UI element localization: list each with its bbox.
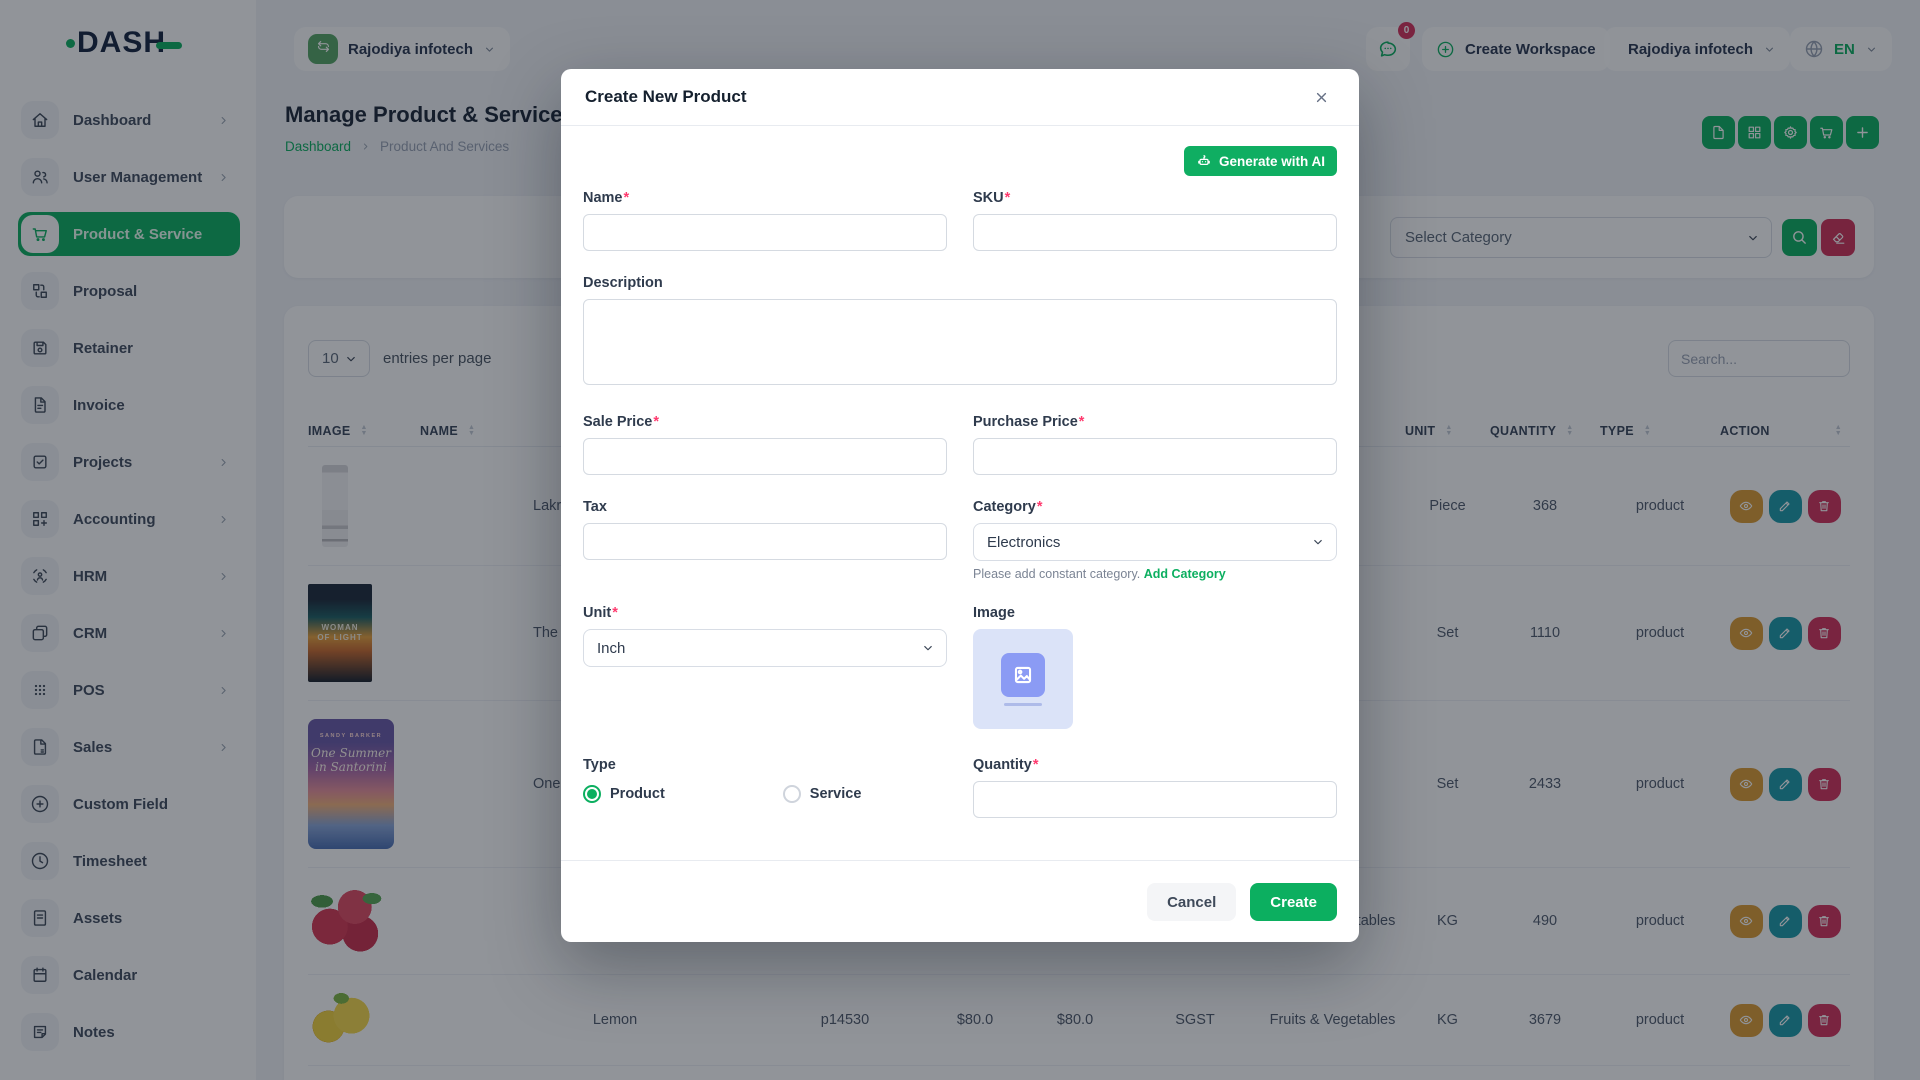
name-field[interactable] (583, 214, 947, 251)
sku-field[interactable] (973, 214, 1337, 251)
chevron-down-icon (1311, 535, 1325, 549)
robot-icon (1196, 153, 1212, 169)
modal-body: Generate with AI Name* SKU* Description (561, 126, 1359, 818)
tax-label: Tax (583, 499, 947, 515)
radio-icon (583, 785, 601, 803)
category-value: Electronics (987, 534, 1060, 551)
sku-label: SKU* (973, 190, 1337, 206)
sale-price-field[interactable] (583, 438, 947, 475)
modal-title: Create New Product (585, 87, 747, 107)
unit-label: Unit* (583, 605, 947, 621)
close-button[interactable] (1307, 83, 1335, 111)
category-helper: Please add constant category. Add Catego… (973, 567, 1337, 581)
radio-icon (783, 785, 801, 803)
type-radio-service[interactable]: Service (783, 785, 862, 803)
purchase-price-field[interactable] (973, 438, 1337, 475)
quantity-label: Quantity* (973, 757, 1337, 773)
name-label: Name* (583, 190, 947, 206)
quantity-field[interactable] (973, 781, 1337, 818)
unit-select[interactable]: Inch (583, 629, 947, 667)
close-icon (1313, 89, 1330, 106)
generate-with-ai-button[interactable]: Generate with AI (1184, 146, 1337, 176)
image-label: Image (973, 605, 1337, 621)
type-label: Type (583, 757, 947, 773)
create-product-modal: Create New Product Generate with AI Name… (561, 69, 1359, 942)
modal-header: Create New Product (561, 69, 1359, 126)
image-icon (1010, 662, 1036, 688)
chevron-down-icon (921, 641, 935, 655)
description-label: Description (583, 275, 1337, 291)
type-radio-product[interactable]: Product (583, 785, 665, 803)
description-field[interactable] (583, 299, 1337, 385)
upload-caption-placeholder (1004, 703, 1042, 706)
modal-footer: Cancel Create (561, 860, 1359, 942)
image-upload-icon (1001, 653, 1045, 697)
generate-with-ai-label: Generate with AI (1219, 154, 1325, 169)
cancel-button[interactable]: Cancel (1147, 883, 1236, 921)
sale-price-label: Sale Price* (583, 414, 947, 430)
category-label: Category* (973, 499, 1337, 515)
create-button[interactable]: Create (1250, 883, 1337, 921)
purchase-price-label: Purchase Price* (973, 414, 1337, 430)
image-upload-box[interactable] (973, 629, 1073, 729)
app-root: DASH DashboardUser ManagementProduct & S… (0, 0, 1920, 1080)
unit-value: Inch (597, 640, 625, 657)
tax-field[interactable] (583, 523, 947, 560)
category-select[interactable]: Electronics (973, 523, 1337, 561)
add-category-link[interactable]: Add Category (1144, 567, 1226, 581)
